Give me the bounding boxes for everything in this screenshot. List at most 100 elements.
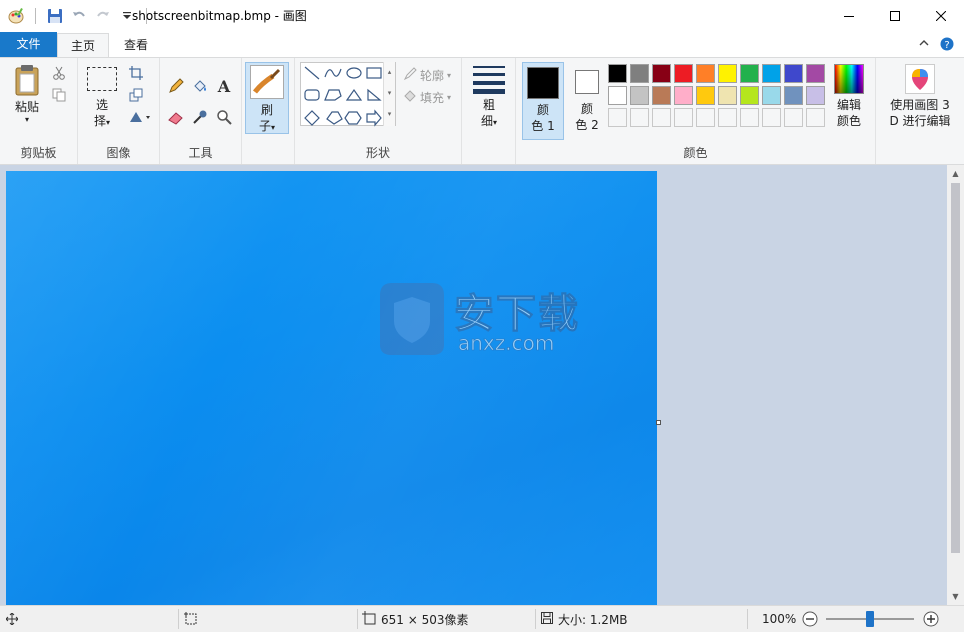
colors-group-label: 颜色 [683,146,708,160]
zoom-out-icon [802,611,818,627]
select-button[interactable]: 选 择▾ [84,67,120,131]
palette-swatch[interactable] [762,64,781,83]
zoom-out-button[interactable] [802,606,818,632]
zoom-slider-thumb[interactable] [866,611,874,627]
shapes-group: ▴ ▾ ▾ 轮廓 ▾ 填充 ▾ 形状 [294,58,462,164]
shapes-scrollbar[interactable]: ▴ ▾ ▾ [383,62,395,126]
custom-color-slot[interactable] [784,108,803,127]
crop-icon[interactable] [127,64,145,82]
palette-swatch[interactable] [630,86,649,105]
tab-file[interactable]: 文件 [0,32,57,57]
copy-icon[interactable] [50,86,68,104]
line-size-icon [473,64,505,94]
palette-swatch[interactable] [718,64,737,83]
save-icon[interactable] [46,7,64,25]
status-divider [747,609,748,629]
tab-home[interactable]: 主页 [57,33,109,58]
brushes-button[interactable]: 刷 子▾ [245,62,289,134]
palette-swatch[interactable] [718,86,737,105]
color-palette [608,64,828,132]
custom-color-slot[interactable] [740,108,759,127]
cut-icon[interactable] [50,64,68,82]
palette-swatch[interactable] [674,64,693,83]
magnifier-icon[interactable] [215,108,233,126]
brushes-label-line2: 子 [258,119,271,133]
custom-color-slot[interactable] [806,108,825,127]
shapes-group-label: 形状 [365,146,390,160]
zoom-in-button[interactable] [923,606,939,632]
dropdown-arrow-icon: ▾ [447,71,452,80]
palette-swatch[interactable] [608,86,627,105]
edit-with-paint3d-button[interactable]: 使用画图 3 D 进行编辑 [878,64,962,129]
paint-app-icon[interactable] [7,7,25,25]
minimize-button[interactable] [826,0,872,31]
palette-swatch[interactable] [652,86,671,105]
color1-label-line1: 颜 [536,103,549,117]
dropdown-arrow-icon: ▾ [106,118,111,127]
custom-color-slot[interactable] [762,108,781,127]
fill-icon[interactable] [191,77,209,95]
dropdown-arrow-icon: ▾ [493,118,498,127]
edit-colors-button[interactable]: 编辑 颜色 [828,64,870,129]
palette-swatch[interactable] [696,86,715,105]
minimize-ribbon-icon[interactable] [918,37,930,54]
palette-swatch[interactable] [740,86,759,105]
status-divider [535,609,536,629]
palette-swatch[interactable] [608,64,627,83]
palette-swatch[interactable] [806,64,825,83]
scroll-down-icon[interactable]: ▼ [947,588,964,605]
image-canvas[interactable]: 安下载 anxz.com [6,171,657,605]
canvas-resize-handle[interactable] [656,420,661,425]
custom-color-slot[interactable] [718,108,737,127]
selection-size-icon [184,606,198,632]
custom-color-slot[interactable] [674,108,693,127]
palette-swatch[interactable] [762,86,781,105]
rotate-icon[interactable] [127,108,153,126]
palette-swatch[interactable] [630,64,649,83]
fill-shape-icon [403,89,417,106]
help-icon[interactable]: ? [940,37,954,54]
paste-button[interactable]: 粘贴 ▾ [8,64,46,125]
canvas-workspace[interactable]: 安下载 anxz.com [0,165,947,605]
scroll-up-icon[interactable]: ▲ [947,165,964,182]
custom-color-slot[interactable] [696,108,715,127]
palette-swatch[interactable] [674,86,693,105]
select-label-line1: 选 [95,98,108,112]
pencil-icon[interactable] [167,77,185,95]
outline-button[interactable]: 轮廓 ▾ [403,67,451,84]
watermark-text: 安下载 [454,291,580,338]
color2-button[interactable]: 颜 色 2 [566,62,608,140]
palette-swatch[interactable] [784,86,803,105]
tab-view[interactable]: 查看 [112,33,160,57]
custom-color-slot[interactable] [652,108,671,127]
palette-swatch[interactable] [784,64,803,83]
text-icon[interactable]: A [215,77,233,95]
palette-swatch[interactable] [652,64,671,83]
clipboard-group: 粘贴 ▾ 剪贴板 [0,58,78,164]
custom-color-slot[interactable] [608,108,627,127]
custom-color-slot[interactable] [630,108,649,127]
palette-swatch[interactable] [696,64,715,83]
paste-icon [13,64,41,96]
zoom-slider[interactable] [826,606,914,632]
eraser-icon[interactable] [167,108,185,126]
close-icon [936,10,946,21]
color1-button[interactable]: 颜 色 1 [522,62,564,140]
vertical-scrollbar[interactable]: ▲ ▼ [947,165,964,605]
size-button[interactable]: 粗 细▾ [468,64,510,131]
redo-icon[interactable] [94,7,112,25]
close-button[interactable] [918,0,964,31]
palette-swatch[interactable] [806,86,825,105]
palette-swatch[interactable] [740,64,759,83]
file-size-text: 大小: 1.2MB [558,612,628,627]
maximize-button[interactable] [872,0,918,31]
fill-button[interactable]: 填充 ▾ [403,89,451,106]
shapes-gallery[interactable] [300,62,396,127]
resize-icon[interactable] [127,86,145,104]
outline-label: 轮廓 [420,69,445,83]
color-picker-icon[interactable] [191,108,209,126]
scrollbar-thumb[interactable] [951,183,960,553]
outline-icon [403,67,417,84]
disk-icon [541,611,553,627]
undo-icon[interactable] [70,7,88,25]
